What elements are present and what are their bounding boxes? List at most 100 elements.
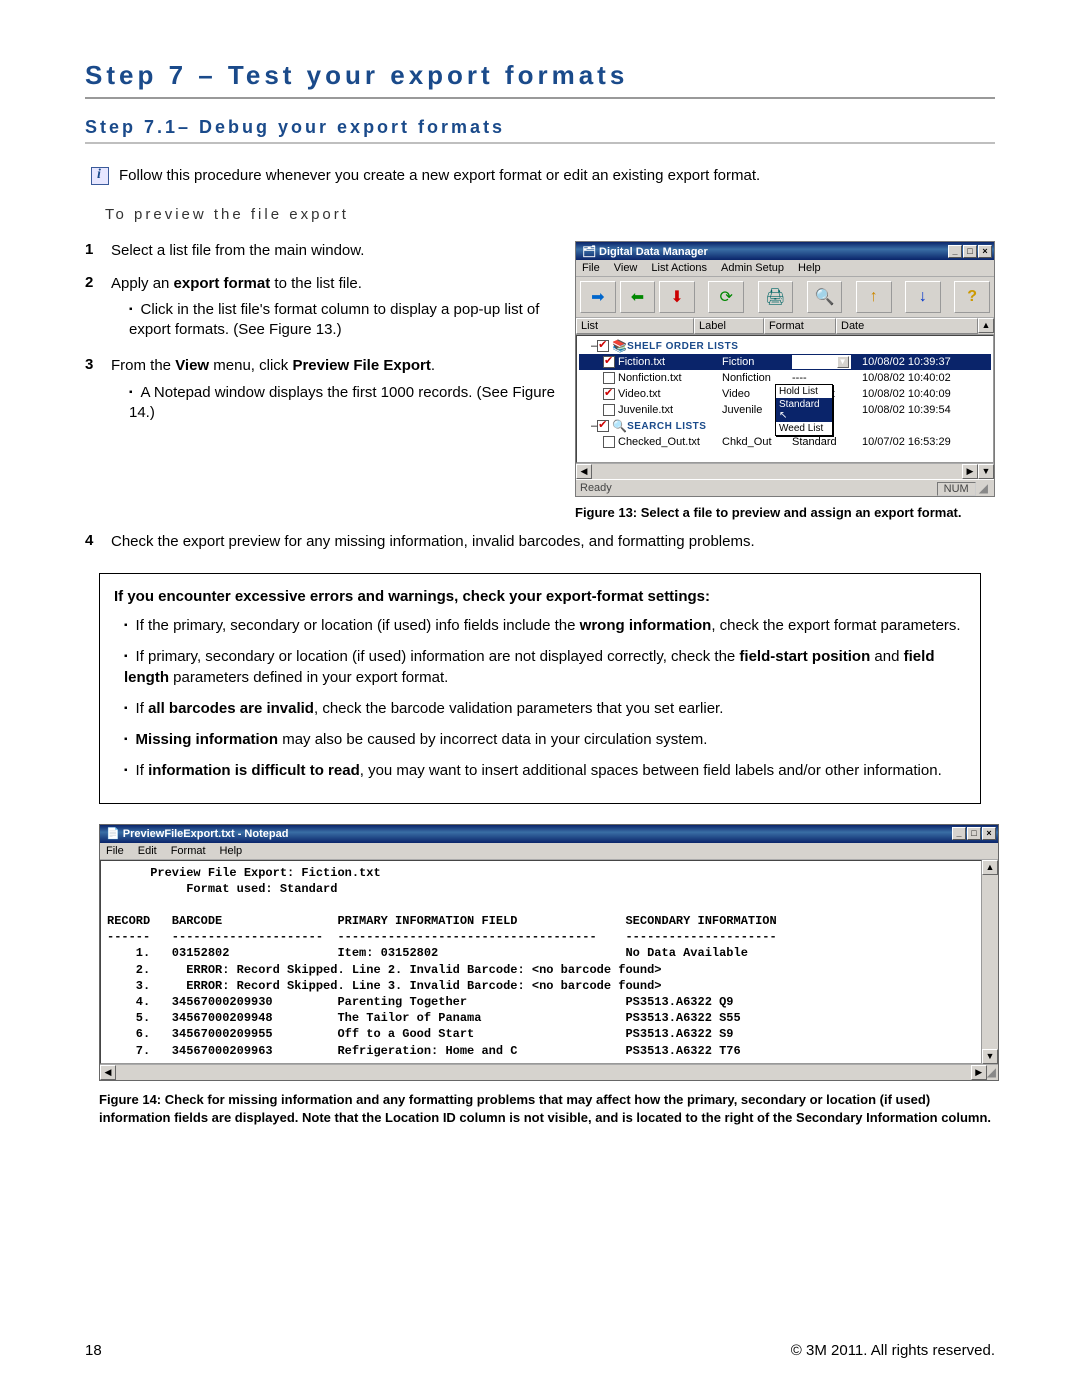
notepad-window: 📄 PreviewFileExport.txt - Notepad _ □ × … [99,824,999,1081]
format-option-holdlist[interactable]: Hold List [776,385,832,398]
minimize-button[interactable]: _ [948,245,962,258]
cell-name: Fiction.txt [618,356,722,368]
resize-grip-icon[interactable]: ◢ [979,481,990,495]
box-item-4: Missing information may also be caused b… [124,729,966,750]
notepad-title-text: PreviewFileExport.txt - Notepad [123,828,289,840]
row-check-icon[interactable] [603,388,615,400]
scroll-up-icon[interactable]: ▲ [978,318,994,333]
maximize-button[interactable]: □ [963,245,977,258]
cell-name: Checked_Out.txt [618,436,722,448]
toolbar-down-icon[interactable]: ↓ [905,281,941,313]
toolbar-help-icon[interactable]: ? [954,281,990,313]
menu-file[interactable]: File [582,262,600,274]
menu-list-actions[interactable]: List Actions [651,262,707,274]
box-lead: If you encounter excessive errors and wa… [114,588,710,605]
cell-date: 10/08/02 10:40:09 [862,388,951,400]
col-format[interactable]: Format [764,318,836,334]
box-item-5: If information is difficult to read, you… [124,760,966,781]
ddm-menubar: File View List Actions Admin Setup Help [576,260,994,277]
step-4-text: Check the export preview for any missing… [111,532,995,552]
status-ready: Ready [580,482,612,494]
toolbar-forward-icon[interactable]: ➡ [580,281,616,313]
notepad-text-area[interactable]: Preview File Export: Fiction.txt Format … [100,860,982,1064]
step-number: 2 [85,274,99,345]
cell-date: 10/07/02 16:53:29 [862,436,951,448]
ddm-status-bar: Ready NUM ◢ [576,479,994,496]
close-button[interactable]: × [978,245,992,258]
scroll-left-icon[interactable]: ◀ [100,1065,116,1080]
step-2-bold: export format [174,275,271,292]
notepad-menubar: File Edit Format Help [100,843,998,860]
scroll-down-icon[interactable]: ▼ [982,1049,998,1064]
toolbar-download-icon[interactable]: ⬇ [659,281,695,313]
cell-label: Chkd_Out [722,436,792,448]
close-button[interactable]: × [982,827,996,840]
scroll-right-icon[interactable]: ▶ [971,1065,987,1080]
group-check-icon[interactable] [597,340,609,352]
format-option-weedlist[interactable]: Weed List [776,422,832,435]
step-3-part-c: menu, click [209,357,292,374]
row-check-icon[interactable] [603,436,615,448]
toolbar-print-icon[interactable]: 🖨 [758,281,794,313]
np-menu-format[interactable]: Format [171,845,206,857]
step-3-part-e: . [431,357,435,374]
toolbar-up-icon[interactable]: ↑ [856,281,892,313]
resize-grip-icon[interactable]: ◢ [987,1065,998,1080]
row-check-icon[interactable] [603,356,615,368]
group-check-icon[interactable] [597,420,609,432]
box-item-2: If primary, secondary or location (if us… [124,646,966,688]
step-2-sub: Click in the list file's format column t… [129,300,557,341]
cell-format[interactable]: ---- [792,372,862,384]
group-search-lists: SEARCH LISTS [627,421,706,432]
ddm-title-text: Digital Data Manager [599,246,708,258]
box-item-3: If all barcodes are invalid, check the b… [124,698,966,719]
format-option-standard[interactable]: Standard ↖ [776,398,832,422]
col-list[interactable]: List [576,318,694,334]
page-number: 18 [85,1342,102,1359]
group-shelf-order: SHELF ORDER LISTS [627,341,738,352]
list-row-checked-out[interactable]: Checked_Out.txt Chkd_Out Standard 10/07/… [579,434,991,450]
menu-admin-setup[interactable]: Admin Setup [721,262,784,274]
ddm-toolbar: ➡ ⬅ ⬇ ⟳ 🖨 🔍 ↑ ↓ ? [576,277,994,318]
step-number: 1 [85,241,99,261]
menu-view[interactable]: View [614,262,638,274]
cell-date: 10/08/02 10:39:37 [862,356,951,368]
scroll-left-icon[interactable]: ◀ [576,464,592,479]
scroll-up-icon[interactable]: ▲ [982,860,998,875]
np-menu-edit[interactable]: Edit [138,845,157,857]
format-option-label: Standard [779,399,820,410]
step-3-bold-preview: Preview File Export [292,357,430,374]
np-menu-file[interactable]: File [106,845,124,857]
maximize-button[interactable]: □ [967,827,981,840]
figure-14-caption: Figure 14: Check for missing information… [99,1091,995,1127]
cursor-icon: ↖ [779,410,787,421]
dropdown-arrow-icon[interactable]: ▼ [837,356,849,368]
np-menu-help[interactable]: Help [220,845,243,857]
col-date[interactable]: Date [836,318,978,334]
step-2-text: Apply an export format to the list file.… [111,274,557,345]
ddm-tree[interactable]: – 📚 SHELF ORDER LISTS Fiction.txt Fictio… [576,335,994,463]
cell-format[interactable]: Standard [792,436,862,448]
cell-label: Fiction [722,356,792,368]
row-check-icon[interactable] [603,372,615,384]
toolbar-preview-icon[interactable]: 🔍 [807,281,843,313]
col-label[interactable]: Label [694,318,764,334]
row-check-icon[interactable] [603,404,615,416]
cell-label: Nonfiction [722,372,792,384]
step-2-part-a: Apply an [111,275,174,292]
toolbar-refresh-icon[interactable]: ⟳ [708,281,744,313]
box-item-1: If the primary, secondary or location (i… [124,615,966,636]
format-popup-menu[interactable]: Hold List Standard ↖ Weed List [775,384,833,436]
cell-date: 10/08/02 10:39:54 [862,404,951,416]
cell-name: Juvenile.txt [618,404,722,416]
step-3-text: From the View menu, click Preview File E… [111,356,557,427]
cell-name: Nonfiction.txt [618,372,722,384]
scroll-right-icon[interactable]: ▶ [962,464,978,479]
step-3-bold-view: View [175,357,209,374]
list-row-fiction[interactable]: Fiction.txt Fiction Standard▼ 10/08/02 1… [579,354,991,370]
toolbar-back-icon[interactable]: ⬅ [620,281,656,313]
menu-help[interactable]: Help [798,262,821,274]
cell-format[interactable]: Standard▼ [792,355,862,369]
minimize-button[interactable]: _ [952,827,966,840]
scroll-down-icon[interactable]: ▼ [978,464,994,479]
